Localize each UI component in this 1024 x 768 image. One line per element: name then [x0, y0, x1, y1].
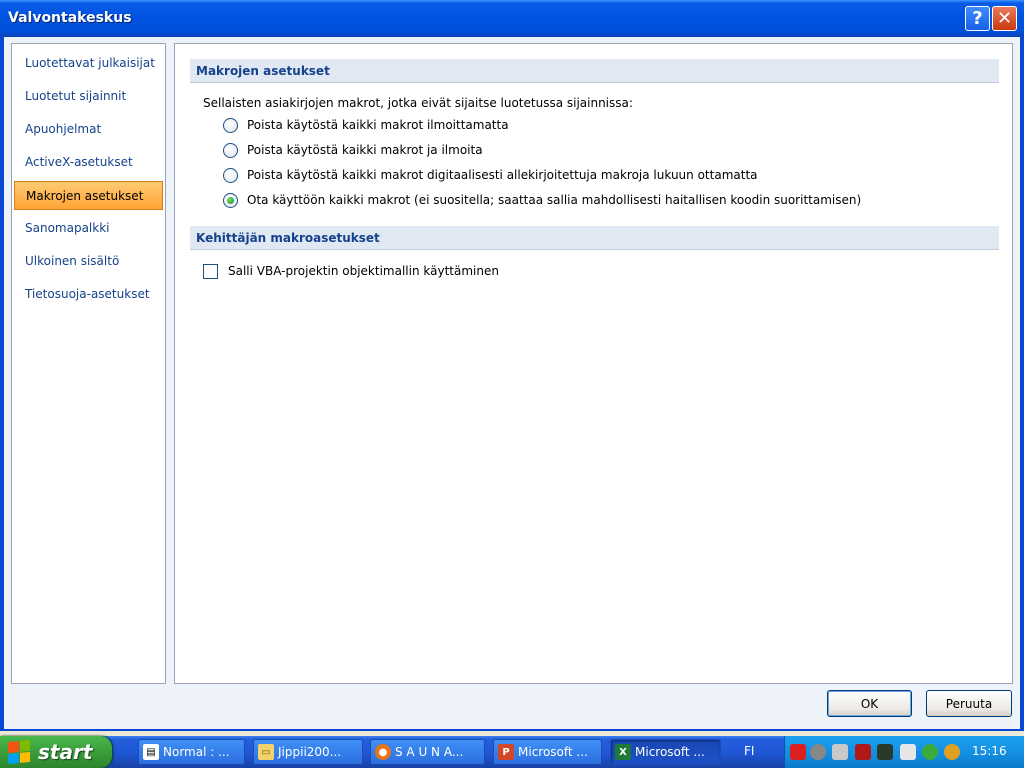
antivirus-icon[interactable] [790, 744, 806, 760]
macro-settings-header: Makrojen asetukset [190, 59, 999, 83]
option-label: Poista käytöstä kaikki makrot ilmoittama… [247, 118, 509, 132]
macro-intro-text: Sellaisten asiakirjojen makrot, jotka ei… [203, 96, 633, 110]
radio-button[interactable] [223, 167, 238, 183]
excel-icon: X [615, 744, 631, 760]
start-button[interactable]: start [0, 736, 112, 768]
browser-icon[interactable] [944, 744, 960, 760]
nav-item-activex-settings[interactable]: ActiveX-asetukset [14, 148, 163, 177]
help-icon: ? [972, 8, 983, 29]
cancel-button[interactable]: Peruuta [926, 690, 1012, 717]
task-label: Jippii200... [278, 745, 342, 759]
document-icon: ▤ [143, 744, 159, 760]
task-label: Microsoft ... [518, 745, 588, 759]
macro-option-disable-no-notify[interactable]: Poista käytöstä kaikki makrot ilmoittama… [223, 115, 509, 135]
radio-button[interactable] [223, 117, 238, 133]
radio-button[interactable] [223, 142, 238, 158]
radio-selected-dot [227, 196, 234, 204]
shield-icon[interactable] [855, 744, 871, 760]
nav-item-privacy-options[interactable]: Tietosuoja-asetukset [14, 280, 163, 309]
task-label: Normal : ... [163, 745, 230, 759]
taskbar-item-normal[interactable]: ▤ Normal : ... [138, 739, 245, 765]
taskbar-item-folder[interactable]: ▭ Jippii200... [253, 739, 363, 765]
option-label: Poista käytöstä kaikki makrot ja ilmoita [247, 143, 483, 157]
nav-item-trusted-locations[interactable]: Luotetut sijainnit [14, 82, 163, 111]
nav-item-external-content[interactable]: Ulkoinen sisältö [14, 247, 163, 276]
nav-item-message-bar[interactable]: Sanomapalkki [14, 214, 163, 243]
ok-button[interactable]: OK [827, 690, 912, 717]
developer-macro-settings-header: Kehittäjän makroasetukset [190, 226, 999, 250]
nav-item-label: ActiveX-asetukset [25, 155, 133, 169]
clock[interactable]: 15:16 [972, 744, 1007, 758]
speaker-small-icon[interactable] [810, 744, 826, 760]
settings-panel: Makrojen asetukset Sellaisten asiakirjoj… [174, 43, 1013, 684]
powerpoint-icon: P [498, 744, 514, 760]
nav-item-label: Luotettavat julkaisijat [25, 56, 155, 70]
vba-object-model-option[interactable]: Salli VBA-projektin objektimallin käyttä… [203, 261, 499, 281]
macro-option-disable-with-notify[interactable]: Poista käytöstä kaikki makrot ja ilmoita [223, 140, 483, 160]
nav-item-label: Sanomapalkki [25, 221, 110, 235]
firefox-icon: ● [375, 744, 391, 760]
macro-option-enable-all[interactable]: Ota käyttöön kaikki makrot (ei suositell… [223, 190, 861, 210]
language-indicator[interactable]: FI [744, 744, 754, 758]
taskbar-item-firefox[interactable]: ● S A U N A... [370, 739, 485, 765]
vba-checkbox[interactable] [203, 263, 218, 279]
nav-item-label: Ulkoinen sisältö [25, 254, 120, 268]
nav-item-label: Makrojen asetukset [26, 189, 144, 203]
help-button[interactable]: ? [965, 6, 990, 31]
volume-icon[interactable] [900, 744, 916, 760]
title-bar[interactable]: Valvontakeskus ? ✕ [0, 0, 1024, 37]
nav-item-trusted-publishers[interactable]: Luotettavat julkaisijat [14, 49, 163, 78]
taskbar: start ▤ Normal : ... ▭ Jippii200... ● S … [0, 736, 1024, 768]
folder-icon: ▭ [258, 744, 274, 760]
nav-item-macro-settings[interactable]: Makrojen asetukset [14, 181, 163, 210]
monitor-icon[interactable] [877, 744, 893, 760]
windows-logo-icon [8, 739, 30, 765]
category-nav: Luotettavat julkaisijat Luotetut sijainn… [11, 43, 166, 684]
option-label: Poista käytöstä kaikki makrot digitaalis… [247, 168, 758, 182]
close-button[interactable]: ✕ [992, 6, 1017, 31]
start-label: start [38, 740, 93, 764]
taskbar-item-powerpoint[interactable]: P Microsoft ... [493, 739, 602, 765]
task-label: S A U N A... [395, 745, 464, 759]
macro-option-disable-except-signed[interactable]: Poista käytöstä kaikki makrot digitaalis… [223, 165, 758, 185]
task-label: Microsoft ... [635, 745, 705, 759]
network-icon[interactable] [832, 744, 848, 760]
close-icon: ✕ [996, 8, 1013, 29]
window-title: Valvontakeskus [8, 10, 132, 26]
taskbar-item-excel[interactable]: X Microsoft ... [610, 739, 721, 765]
radio-button-selected[interactable] [223, 192, 238, 208]
nav-item-label: Luotetut sijainnit [25, 89, 127, 103]
nav-item-add-ins[interactable]: Apuohjelmat [14, 115, 163, 144]
nav-item-label: Apuohjelmat [25, 122, 102, 136]
messenger-icon[interactable] [922, 744, 938, 760]
option-label: Salli VBA-projektin objektimallin käyttä… [228, 264, 499, 278]
nav-item-label: Tietosuoja-asetukset [25, 287, 150, 301]
option-label: Ota käyttöön kaikki makrot (ei suositell… [247, 193, 862, 207]
